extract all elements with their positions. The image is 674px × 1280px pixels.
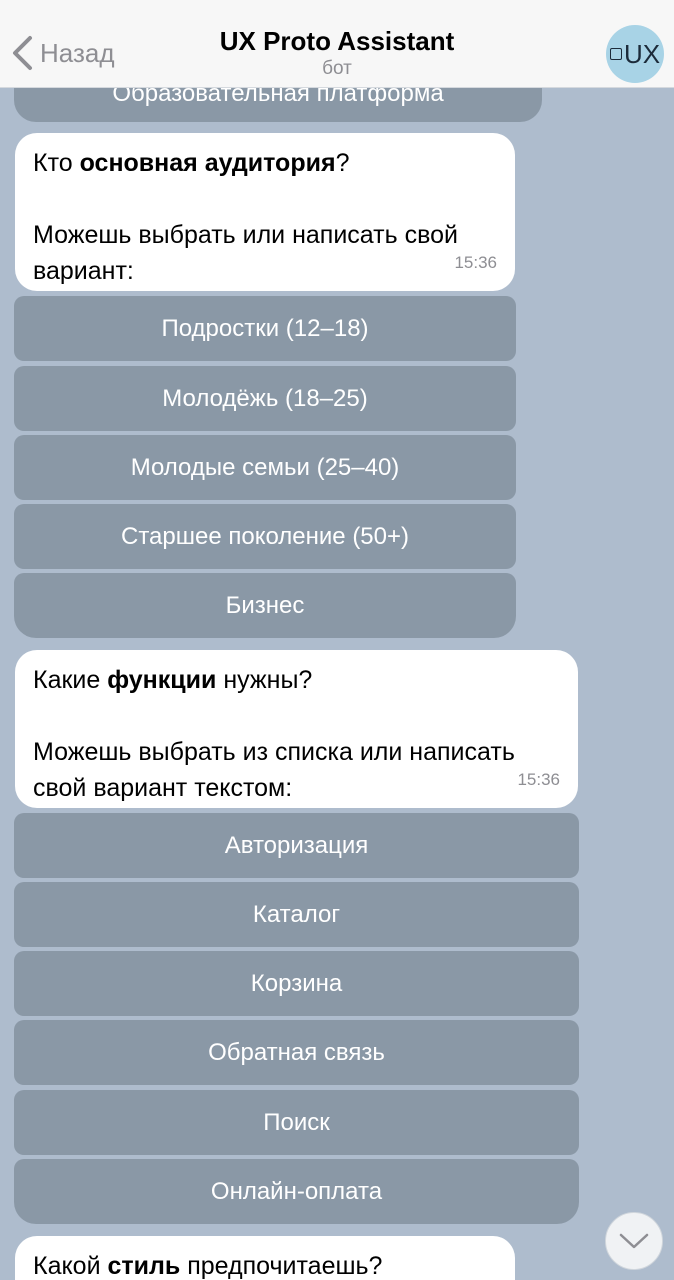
message-question: Какой стиль предпочитаешь?: [33, 1248, 497, 1280]
keyboard-button-label: Молодёжь (18–25): [162, 384, 368, 412]
keyboard-button-youth[interactable]: Молодёжь (18–25): [14, 366, 516, 431]
question-suffix: предпочитаешь?: [180, 1252, 383, 1280]
message-style: Какой стиль предпочитаешь?: [15, 1236, 515, 1280]
keyboard-button-teens[interactable]: Подростки (12–18): [14, 296, 516, 361]
keyboard-button-authorization[interactable]: Авторизация: [14, 813, 579, 878]
keyboard-button-label: Обратная связь: [208, 1038, 385, 1066]
keyboard-button-feedback[interactable]: Обратная связь: [14, 1020, 579, 1085]
message-body-line: свой вариант текстом:: [33, 774, 293, 802]
keyboard-button-older-generation[interactable]: Старшее поколение (50+): [14, 504, 516, 569]
question-bold: функции: [107, 666, 217, 694]
question-prefix: Кто: [33, 149, 80, 177]
keyboard-button-label: Молодые семьи (25–40): [130, 453, 400, 481]
keyboard-button-search[interactable]: Поиск: [14, 1090, 579, 1155]
question-suffix: ?: [335, 149, 350, 177]
chat-subtitle: бот: [322, 58, 352, 79]
message-features: Какие функции нужны? Можешь выбрать из с…: [15, 650, 578, 808]
message-question: Какие функции нужны?: [33, 662, 560, 698]
chat-title: UX Proto Assistant: [219, 26, 455, 56]
scroll-down-button[interactable]: [605, 1212, 663, 1270]
avatar[interactable]: UX: [606, 25, 664, 83]
message-time: 15:36: [517, 770, 560, 789]
keyboard-button-label: Бизнес: [225, 591, 305, 619]
message-audience: Кто основная аудитория? Можешь выбрать и…: [15, 133, 515, 291]
chevron-down-icon: [619, 1233, 649, 1249]
keyboard-button-online-payment[interactable]: Онлайн-оплата: [14, 1159, 579, 1224]
keyboard-button-label: Авторизация: [224, 831, 369, 859]
keyboard-button-label: Старшее поколение (50+): [120, 522, 410, 550]
question-suffix: нужны?: [216, 666, 313, 694]
keyboard-button-label: Каталог: [252, 900, 341, 928]
chat-header: Назад UX Proto Assistant бот UX: [0, 0, 674, 88]
question-prefix: Какой: [33, 1252, 108, 1280]
message-body-line: Можешь выбрать или написать свой: [33, 221, 458, 249]
avatar-text: UX: [623, 38, 661, 69]
keyboard-button-catalog[interactable]: Каталог: [14, 882, 579, 947]
message-time: 15:36: [454, 253, 497, 272]
question-prefix: Какие: [33, 666, 108, 694]
keyboard-button-business[interactable]: Бизнес: [14, 573, 516, 638]
keyboard-button-label: Корзина: [250, 969, 343, 997]
message-body-line: вариант:: [33, 257, 134, 285]
keyboard-button-label: Онлайн-оплата: [210, 1177, 383, 1205]
square-icon: [609, 48, 622, 60]
message-body-line: Можешь выбрать из списка или написать: [33, 738, 515, 766]
question-bold: стиль: [107, 1252, 181, 1280]
question-bold: основная аудитория: [79, 149, 336, 177]
keyboard-button-cart[interactable]: Корзина: [14, 951, 579, 1016]
keyboard-button-young-families[interactable]: Молодые семьи (25–40): [14, 435, 516, 500]
chat-area: Образовательная платформа Кто основная а…: [0, 0, 674, 1280]
keyboard-button-label: Поиск: [263, 1108, 330, 1136]
message-question: Кто основная аудитория?: [33, 145, 497, 181]
keyboard-button-label: Подростки (12–18): [161, 314, 369, 342]
